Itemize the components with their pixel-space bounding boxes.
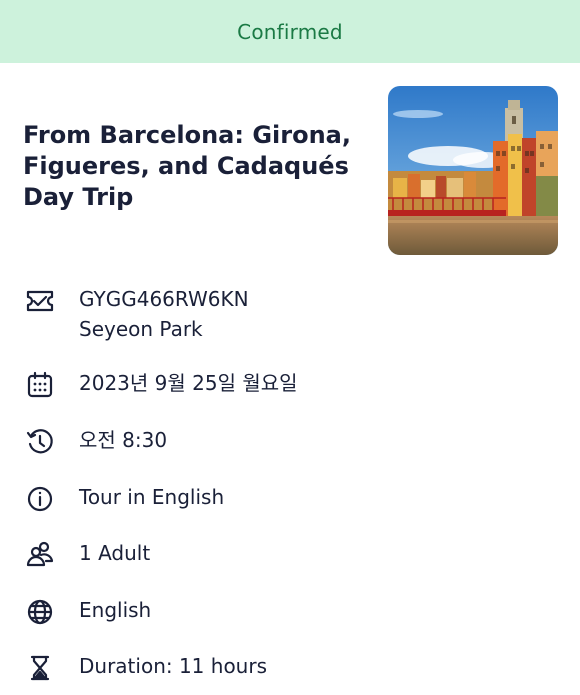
language-row: English [23, 595, 563, 629]
booking-reference-row: GYGG466RW6KN Seyeon Park [23, 284, 563, 344]
clock-history-icon [23, 425, 57, 459]
people-icon [23, 538, 57, 572]
participants-count: 1 Adult [79, 541, 151, 565]
status-label: Confirmed [237, 19, 343, 44]
traveler-name: Seyeon Park [79, 317, 203, 341]
girona-illustration [388, 86, 558, 255]
info-icon [23, 482, 57, 516]
status-banner: Confirmed [0, 0, 580, 63]
tour-option: Tour in English [79, 485, 225, 509]
date-row: 2023년 9월 25일 월요일 [23, 368, 563, 402]
booking-date: 2023년 9월 25일 월요일 [79, 371, 298, 395]
activity-title-line-2: Figueres, and Cadaqués [23, 152, 349, 180]
hourglass-icon [23, 651, 57, 685]
globe-icon [23, 595, 57, 629]
tour-option-row: Tour in English [23, 482, 563, 516]
guide-language: English [79, 598, 152, 622]
activity-title-line-3: Day Trip [23, 183, 134, 211]
booking-time: 오전 8:30 [79, 428, 168, 452]
time-row: 오전 8:30 [23, 425, 563, 459]
ticket-icon [23, 284, 57, 318]
activity-title-line-1: From Barcelona: Girona, [23, 121, 351, 149]
booking-reference-code: GYGG466RW6KN [79, 287, 249, 311]
calendar-icon [23, 368, 57, 402]
participants-row: 1 Adult [23, 538, 563, 572]
activity-title: From Barcelona: Girona, Figueres, and Ca… [23, 120, 363, 213]
activity-image[interactable] [388, 86, 558, 255]
duration-row: Duration: 11 hours [23, 651, 563, 685]
tour-duration: Duration: 11 hours [79, 654, 267, 678]
